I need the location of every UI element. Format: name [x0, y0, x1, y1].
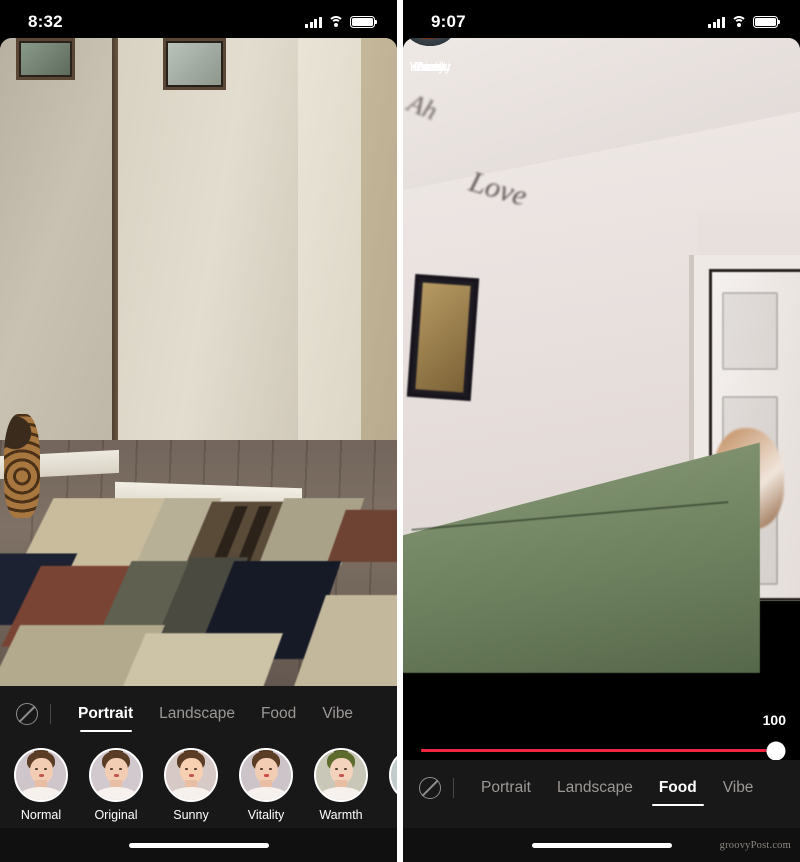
- filter-thumb-original[interactable]: Original: [89, 748, 143, 822]
- photo-preview: Ah Love: [403, 38, 800, 760]
- filter-preview-image: [164, 748, 218, 802]
- intensity-value: 100: [762, 712, 786, 728]
- photo-preview: [0, 38, 397, 686]
- tab-vibe[interactable]: Vibe: [710, 766, 767, 810]
- no-filter-icon[interactable]: [16, 703, 38, 725]
- tab-food[interactable]: Food: [248, 692, 309, 736]
- slider-track[interactable]: [421, 741, 786, 760]
- filter-label: Original: [94, 808, 138, 822]
- filter-preview-image: [239, 748, 293, 802]
- battery-icon: [350, 16, 378, 28]
- filter-thumb-sunny[interactable]: Sunny: [164, 748, 218, 822]
- tab-label: Portrait: [481, 779, 531, 796]
- picture-frame-left: [15, 38, 76, 81]
- filter-preview-image: [89, 748, 143, 802]
- wall-middle: [115, 38, 302, 505]
- filter-label: Islan: [389, 808, 397, 822]
- filter-thumb-island[interactable]: Islan: [389, 748, 397, 822]
- filter-preview-image: [314, 748, 368, 802]
- photo-viewport[interactable]: Ah Love 100: [403, 38, 800, 760]
- wall-right: [297, 38, 366, 453]
- filter-thumb-warmth[interactable]: Warmth: [314, 748, 368, 822]
- watermark: groovyPost.com: [719, 840, 791, 851]
- tab-portrait[interactable]: Portrait: [468, 766, 544, 810]
- filter-category-tabs: Portrait Landscape Food Vibe: [0, 692, 397, 736]
- home-indicator[interactable]: [128, 842, 269, 848]
- tab-label: Landscape: [159, 705, 235, 722]
- intensity-slider[interactable]: 100: [403, 712, 800, 760]
- home-indicator-area: [0, 828, 397, 862]
- status-bar: 9:07: [403, 0, 800, 38]
- door-jamb: [112, 38, 118, 505]
- wall-far: [361, 38, 397, 453]
- cellular-bars-icon: [305, 16, 322, 28]
- slider-fill: [421, 749, 776, 752]
- tab-landscape[interactable]: Landscape: [544, 766, 646, 810]
- filter-preview-image: [389, 748, 397, 802]
- tab-label: Landscape: [556, 779, 633, 796]
- filter-label: Normal: [20, 808, 62, 822]
- home-indicator[interactable]: [531, 842, 672, 848]
- phone-screen-left: 8:32 Portrait Landscape Food Vibe Normal…: [0, 0, 397, 862]
- home-indicator-area: groovyPost.com: [403, 828, 800, 862]
- picture-frame-center: [162, 38, 227, 90]
- status-bar: 8:32: [0, 0, 397, 38]
- tab-vibe[interactable]: Vibe: [309, 692, 366, 736]
- tab-label: Vibe: [322, 705, 354, 722]
- filter-thumbnail-strip[interactable]: Normal Original Sunny Vitality Warmth: [0, 736, 397, 828]
- tab-landscape[interactable]: Landscape: [146, 692, 248, 736]
- status-bar-icons: [305, 16, 378, 28]
- tab-label: Portrait: [78, 705, 134, 722]
- tab-portrait[interactable]: Portrait: [65, 692, 146, 736]
- status-bar-icons: [708, 16, 781, 28]
- battery-icon: [753, 16, 781, 28]
- filter-label: Sunny: [173, 808, 209, 822]
- phone-screen-right: 9:07 Ah Love 100 Portrait Landscape Food…: [403, 0, 800, 862]
- filter-panel: Portrait Landscape Food Vibe Normal Orig…: [0, 686, 397, 828]
- wifi-icon: [731, 16, 747, 28]
- filter-label: Warmth: [319, 808, 363, 822]
- filter-thumb-normal[interactable]: Normal: [14, 748, 68, 822]
- tabs-divider: [50, 704, 51, 724]
- cellular-bars-icon: [708, 16, 725, 28]
- area-rug: [0, 497, 397, 686]
- dual-phone-screenshot: 8:32 Portrait Landscape Food Vibe Normal…: [0, 0, 800, 862]
- slider-knob[interactable]: [766, 741, 786, 760]
- filter-panel: Portrait Landscape Food Vibe Yummy Kaise…: [403, 0, 800, 862]
- wifi-icon: [328, 16, 344, 28]
- filter-label: Vitality: [247, 808, 285, 822]
- filter-thumb-brew[interactable]: Brew: [403, 0, 457, 862]
- filter-thumb-vitality[interactable]: Vitality: [239, 748, 293, 822]
- tab-label: Food: [260, 705, 297, 722]
- tab-label: Vibe: [722, 779, 754, 796]
- tab-label: Food: [658, 779, 697, 796]
- filter-preview-image: [14, 748, 68, 802]
- filter-category-tabs: Portrait Landscape Food Vibe: [403, 766, 800, 810]
- status-bar-clock: 9:07: [431, 12, 466, 31]
- wall-left: [0, 38, 120, 479]
- photo-viewport[interactable]: [0, 38, 397, 686]
- filter-thumbnail-strip[interactable]: Yummy Kaiseki Roast Fresh Tasty Brew: [403, 0, 800, 862]
- tab-food[interactable]: Food: [646, 766, 710, 810]
- status-bar-clock: 8:32: [28, 12, 63, 31]
